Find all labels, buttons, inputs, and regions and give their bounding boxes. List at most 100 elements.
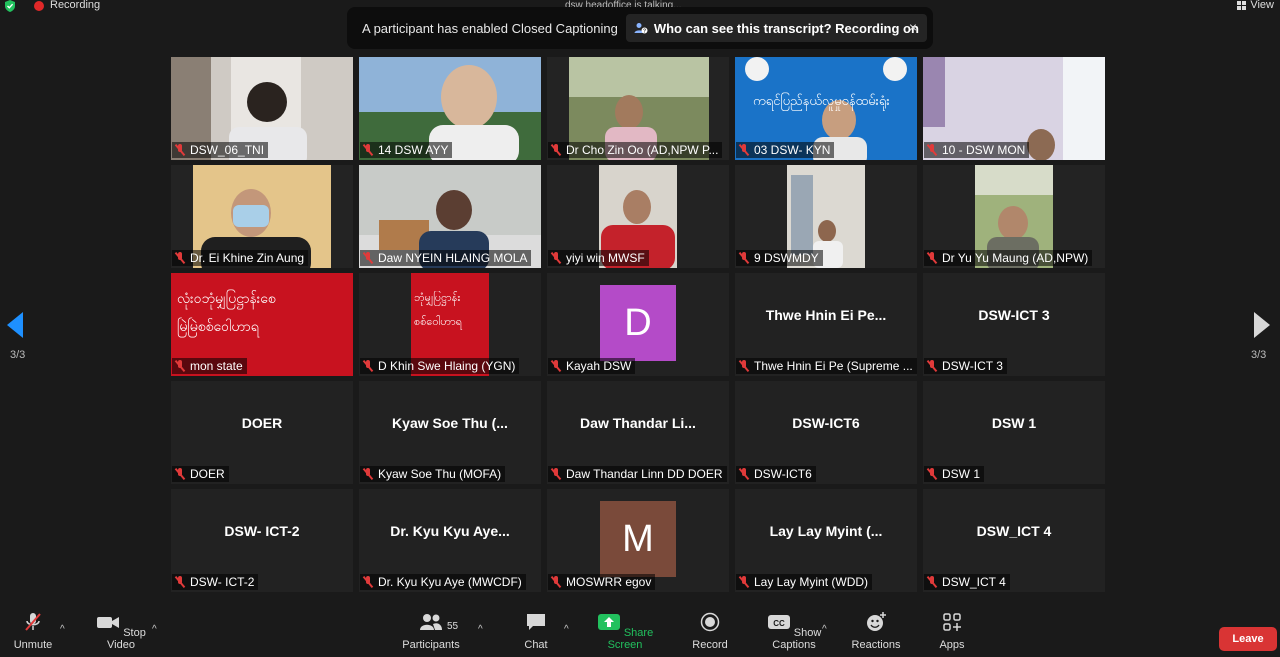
participant-name-tag: DSW_06_TNI: [172, 142, 269, 158]
captions-options-caret[interactable]: ^: [822, 624, 827, 635]
participants-options-caret[interactable]: ^: [478, 624, 483, 635]
participant-display-name: Daw Thandar Li...: [580, 415, 696, 431]
participant-tile[interactable]: 14 DSW AYY: [359, 57, 541, 160]
participant-tile[interactable]: Dr. Kyu Kyu Aye... Dr. Kyu Kyu Aye (MWCD…: [359, 489, 541, 592]
muted-mic-icon: [927, 360, 937, 372]
participant-name: DSW_ICT 4: [942, 575, 1006, 589]
participant-name: DOER: [190, 467, 225, 481]
participant-name-tag: Thwe Hnin Ei Pe (Supreme ...: [736, 358, 917, 374]
muted-mic-icon: [363, 576, 373, 588]
participant-tile[interactable]: DSW- ICT-2 DSW- ICT-2: [171, 489, 353, 592]
participant-tile[interactable]: DSW_ICT 4 DSW_ICT 4: [923, 489, 1105, 592]
avatar: D: [600, 285, 676, 361]
muted-mic-icon: [551, 144, 561, 156]
muted-mic-icon: [927, 468, 937, 480]
participant-name: 03 DSW- KYN: [754, 143, 831, 157]
participant-tile[interactable]: Thwe Hnin Ei Pe... Thwe Hnin Ei Pe (Supr…: [735, 273, 917, 376]
org-banner-text: ကရင်ပြည်နယ်လူမှုဝန်ထမ်းရုံး: [753, 93, 890, 108]
record-icon: [700, 612, 720, 632]
participant-tile[interactable]: Lay Lay Myint (... Lay Lay Myint (WDD): [735, 489, 917, 592]
muted-mic-icon: [551, 360, 561, 372]
recording-label[interactable]: Recording: [50, 0, 100, 11]
svg-text:CC: CC: [773, 619, 785, 628]
participant-tile[interactable]: Daw Thandar Li... Daw Thandar Linn DD DO…: [547, 381, 729, 484]
muted-mic-icon: [363, 144, 373, 156]
participant-tile[interactable]: DSW-ICT 3 DSW-ICT 3: [923, 273, 1105, 376]
participant-tile[interactable]: D Kayah DSW: [547, 273, 729, 376]
stop-video-button[interactable]: Stop Video: [88, 612, 154, 651]
close-icon[interactable]: ×: [909, 19, 917, 35]
previous-page-arrow-icon[interactable]: [7, 312, 23, 338]
participant-display-name: DOER: [241, 415, 283, 431]
muted-mic-icon: [927, 252, 937, 264]
muted-mic-icon: [551, 468, 561, 480]
participant-tile[interactable]: Dr. Ei Khine Zin Aung: [171, 165, 353, 268]
next-page-arrow-icon[interactable]: [1254, 312, 1270, 338]
muted-mic-icon: [739, 252, 749, 264]
participant-display-name: DSW-ICT6: [792, 415, 860, 431]
participant-name-tag: Daw Thandar Linn DD DOER: [548, 466, 727, 482]
participant-name-tag: DSW- ICT-2: [172, 574, 259, 590]
participant-name: 9 DSWMDY: [754, 251, 819, 265]
muted-mic-icon: [739, 576, 749, 588]
reactions-button[interactable]: Reactions: [848, 612, 904, 651]
audio-options-caret[interactable]: ^: [60, 624, 65, 635]
muted-mic-icon: [175, 252, 185, 264]
profile-text-line-1: ဘုံမျှပြဋ္ဌာန်း: [414, 292, 461, 304]
participant-tile[interactable]: DSW 1 DSW 1: [923, 381, 1105, 484]
participant-tile[interactable]: M MOSWRR egov: [547, 489, 729, 592]
participant-name-tag: DSW_ICT 4: [924, 574, 1010, 590]
participant-display-name: DSW-ICT 3: [978, 307, 1050, 323]
transcript-info-button[interactable]: ? Who can see this transcript? Recording…: [625, 14, 927, 42]
participant-tile[interactable]: Dr Yu Yu Maung (AD,NPW): [923, 165, 1105, 268]
view-button[interactable]: View: [1237, 0, 1274, 11]
participant-tile[interactable]: Kyaw Soe Thu (... Kyaw Soe Thu (MOFA): [359, 381, 541, 484]
participant-name-tag: Dr. Kyu Kyu Aye (MWCDF): [360, 574, 526, 590]
participant-name: 14 DSW AYY: [378, 143, 449, 157]
muted-mic-icon: [927, 576, 937, 588]
participant-name: DSW- ICT-2: [190, 575, 255, 589]
apps-icon: [943, 613, 961, 631]
unmute-button[interactable]: Unmute: [6, 612, 60, 651]
participant-display-name: DSW- ICT-2: [224, 523, 300, 539]
participant-tile[interactable]: yiyi win MWSF: [547, 165, 729, 268]
apps-button[interactable]: Apps: [932, 612, 972, 651]
participant-tile[interactable]: 10 - DSW MON: [923, 57, 1105, 160]
reactions-smiley-icon: [867, 612, 886, 631]
muted-mic-icon: [927, 144, 937, 156]
muted-mic-icon: [363, 360, 373, 372]
participant-tile[interactable]: Daw NYEIN HLAING MOLA: [359, 165, 541, 268]
avatar: M: [600, 501, 676, 577]
shield-check-icon[interactable]: [4, 0, 16, 12]
participant-name: DSW 1: [942, 467, 981, 481]
participant-name: DSW-ICT 3: [942, 359, 1003, 373]
people-icon: ?: [634, 23, 648, 34]
participant-name: Kyaw Soe Thu (MOFA): [378, 467, 502, 481]
participant-name-tag: Kyaw Soe Thu (MOFA): [360, 466, 506, 482]
participant-name: Dr Cho Zin Oo (AD,NPW P...: [566, 143, 719, 157]
participant-name-tag: MOSWRR egov: [548, 574, 656, 590]
muted-microphone-icon: [25, 613, 41, 631]
chat-options-caret[interactable]: ^: [564, 624, 569, 635]
participant-name-tag: Kayah DSW: [548, 358, 636, 374]
participant-tile[interactable]: DSW_06_TNI: [171, 57, 353, 160]
participant-tile[interactable]: DOER DOER: [171, 381, 353, 484]
record-button[interactable]: Record: [688, 612, 732, 651]
participant-tile[interactable]: ကရင်ပြည်နယ်လူမှုဝန်ထမ်းရုံး 03 DSW- KYN: [735, 57, 917, 160]
video-options-caret[interactable]: ^: [152, 624, 157, 635]
participant-name: Lay Lay Myint (WDD): [754, 575, 869, 589]
participant-tile[interactable]: ဘုံမျှပြဋ္ဌာန်း စစ်ဝေါဟာရ D Khin Swe Hla…: [359, 273, 541, 376]
participant-tile[interactable]: DSW-ICT6 DSW-ICT6: [735, 381, 917, 484]
grid-view-icon: [1237, 0, 1247, 10]
participant-name-tag: Daw NYEIN HLAING MOLA: [360, 250, 532, 266]
participant-tile[interactable]: လုံးဝဘုံမျှပြဋ္ဌာန်းစေ မြဲမြဲစစ်ဝေါဟာရ m…: [171, 273, 353, 376]
participant-tile[interactable]: 9 DSWMDY: [735, 165, 917, 268]
view-label: View: [1250, 0, 1274, 11]
leave-button[interactable]: Leave: [1219, 627, 1277, 651]
chat-button[interactable]: Chat: [518, 612, 554, 651]
page-indicator-right: 3/3: [1251, 349, 1267, 361]
apps-label: Apps: [939, 639, 965, 651]
share-screen-button[interactable]: Share Screen: [590, 612, 660, 651]
muted-mic-icon: [175, 144, 185, 156]
participant-tile[interactable]: Dr Cho Zin Oo (AD,NPW P...: [547, 57, 729, 160]
